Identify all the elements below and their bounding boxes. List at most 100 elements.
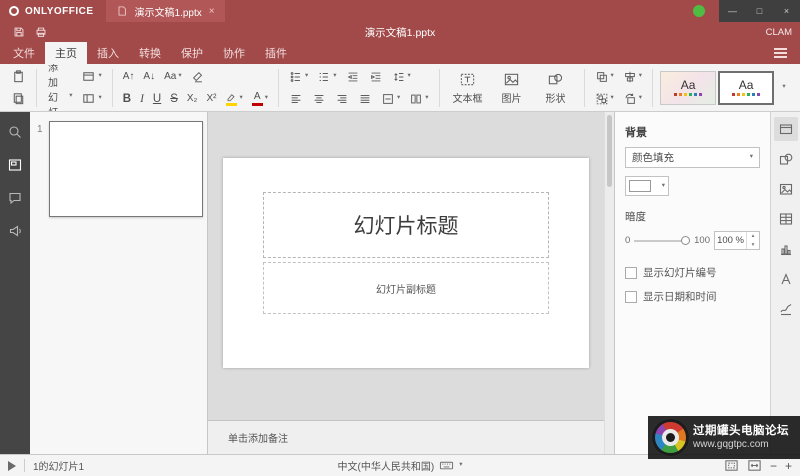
spin-arrows: ▴ ▾ <box>746 232 759 249</box>
rotate-shape-button[interactable]: ▾ <box>620 89 645 108</box>
show-date-time-checkbox[interactable] <box>625 290 637 303</box>
spin-up-icon[interactable]: ▴ <box>747 232 759 241</box>
ribbon-separator <box>583 68 585 107</box>
font-color-button[interactable]: A ▾ <box>249 89 271 108</box>
tab-protection[interactable]: 保护 <box>171 42 213 64</box>
decrease-indent-icon <box>347 72 357 81</box>
signature-settings-button[interactable] <box>774 297 798 321</box>
background-color-picker[interactable]: ▾ <box>625 176 669 196</box>
show-slide-number-row: 显示幻灯片编号 <box>625 265 760 280</box>
chart-settings-button[interactable] <box>774 237 798 261</box>
image-settings-button[interactable] <box>774 177 798 201</box>
maximize-button[interactable]: □ <box>746 0 773 22</box>
add-slide-button[interactable]: + 添加幻灯片 ▾ <box>44 64 76 111</box>
theme-option-1[interactable]: Aa <box>660 70 717 105</box>
increase-font-button[interactable]: A↑ <box>120 67 138 86</box>
theme-gallery-more-button[interactable]: ▾ <box>778 69 790 107</box>
scrollbar-thumb[interactable] <box>607 115 612 187</box>
tab-transitions[interactable]: 转换 <box>129 42 171 64</box>
close-button[interactable]: × <box>773 0 800 22</box>
main-area: 1 幻灯片标题 幻灯片副标题 单击添加备注 背景 颜色填充 ▾ ▾ 暗度 0 1… <box>0 112 800 454</box>
vertical-scrollbar[interactable] <box>604 112 614 454</box>
slider-knob[interactable] <box>681 235 691 245</box>
search-button[interactable] <box>7 124 23 140</box>
feedback-button[interactable] <box>7 223 23 239</box>
tab-insert[interactable]: 插入 <box>87 42 129 64</box>
align-left-button[interactable] <box>286 89 306 108</box>
columns-button[interactable]: ▾ <box>406 89 431 108</box>
superscript-button[interactable]: X² <box>203 89 219 108</box>
subtitle-placeholder[interactable]: 幻灯片副标题 <box>263 262 549 314</box>
vertical-align-button[interactable]: ▾ <box>378 89 403 108</box>
chevron-down-icon: ▾ <box>638 94 643 102</box>
title-placeholder[interactable]: 幻灯片标题 <box>263 192 549 258</box>
strikethrough-button[interactable]: S <box>167 89 181 108</box>
theme-gallery: Aa Aa <box>656 70 778 105</box>
slide-thumbnail-1[interactable] <box>49 121 203 217</box>
fit-to-width-icon[interactable] <box>747 458 762 473</box>
comments-button[interactable] <box>7 190 23 206</box>
fit-to-slide-icon[interactable] <box>724 458 739 473</box>
shape-settings-button[interactable] <box>774 147 798 171</box>
zoom-in-button[interactable]: + <box>785 460 792 472</box>
background-fill-select[interactable]: 颜色填充 ▾ <box>625 147 760 168</box>
align-center-button[interactable] <box>309 89 329 108</box>
chart-settings-icon <box>780 245 791 256</box>
insert-image-button[interactable]: 图片 <box>491 67 533 109</box>
align-shapes-button[interactable]: ▾ <box>620 67 645 86</box>
align-right-button[interactable] <box>332 89 352 108</box>
line-spacing-button[interactable]: ▾ <box>389 67 414 86</box>
show-slide-number-checkbox[interactable] <box>625 266 637 279</box>
tab-plugins[interactable]: 插件 <box>255 42 297 64</box>
copy-button[interactable] <box>8 89 29 108</box>
chevron-down-icon: ▾ <box>98 72 102 80</box>
language-label[interactable]: 中文(中华人民共和国) <box>338 458 435 473</box>
change-case-button[interactable]: Aa ▾ <box>161 67 185 86</box>
slide-1[interactable]: 幻灯片标题 幻灯片副标题 <box>223 158 589 368</box>
chevron-down-icon: ▾ <box>610 94 614 102</box>
paste-icon <box>14 70 23 83</box>
decrease-font-button[interactable]: A↓ <box>140 67 158 86</box>
minimize-button[interactable]: — <box>719 0 746 22</box>
view-settings-icon[interactable] <box>774 48 787 58</box>
arrange-front-button[interactable]: ▾ <box>592 67 617 86</box>
textart-settings-button[interactable] <box>774 267 798 291</box>
slide-settings-button[interactable] <box>773 117 798 141</box>
document-tab[interactable]: 演示文稿1.pptx × <box>105 0 225 22</box>
spin-down-icon[interactable]: ▾ <box>747 241 759 250</box>
decrease-indent-button[interactable] <box>343 67 363 86</box>
underline-button[interactable]: U <box>150 89 164 108</box>
chevron-down-icon: ▾ <box>638 72 643 80</box>
user-name: CLAM <box>765 26 792 38</box>
tab-close-icon[interactable]: × <box>209 6 215 17</box>
opacity-spinbox[interactable]: 100 % ▴ ▾ <box>714 231 760 250</box>
clear-style-button[interactable] <box>188 67 208 86</box>
increase-indent-button[interactable] <box>366 67 386 86</box>
italic-button[interactable]: I <box>137 89 147 108</box>
numbered-list-button[interactable]: ▾ <box>314 67 339 86</box>
tab-home[interactable]: 主页 <box>45 42 87 64</box>
tab-file[interactable]: 文件 <box>3 42 45 64</box>
highlight-color-button[interactable]: ▾ <box>222 89 245 108</box>
slide-layout-icon <box>83 72 95 81</box>
theme-option-2-selected[interactable]: Aa <box>718 70 775 105</box>
paste-button[interactable] <box>8 67 29 86</box>
table-settings-button[interactable] <box>774 207 798 231</box>
tab-collaboration[interactable]: 协作 <box>213 42 255 64</box>
align-center-icon <box>314 94 324 103</box>
opacity-slider[interactable] <box>634 235 691 245</box>
bold-button[interactable]: B <box>120 89 134 108</box>
bullet-list-button[interactable]: ▾ <box>286 67 311 86</box>
insert-shape-button[interactable]: 形状 <box>535 67 577 109</box>
change-layout-button[interactable]: ▾ <box>78 67 104 86</box>
zoom-out-button[interactable]: − <box>770 460 777 472</box>
slides-panel-button[interactable] <box>7 157 23 173</box>
watermark-url: www.gqgtpc.com <box>693 439 769 451</box>
insert-textbox-button[interactable]: 文本框 <box>447 67 489 109</box>
notes-area[interactable]: 单击添加备注 <box>208 420 604 454</box>
paragraph-group: ▾ ▾ ▾ ▾ ▾ <box>282 67 436 108</box>
change-theme-button[interactable]: ▾ <box>78 89 104 108</box>
align-justify-button[interactable] <box>355 89 375 108</box>
subscript-button[interactable]: X₂ <box>184 89 201 108</box>
group-shapes-button[interactable]: ▾ <box>592 89 617 108</box>
